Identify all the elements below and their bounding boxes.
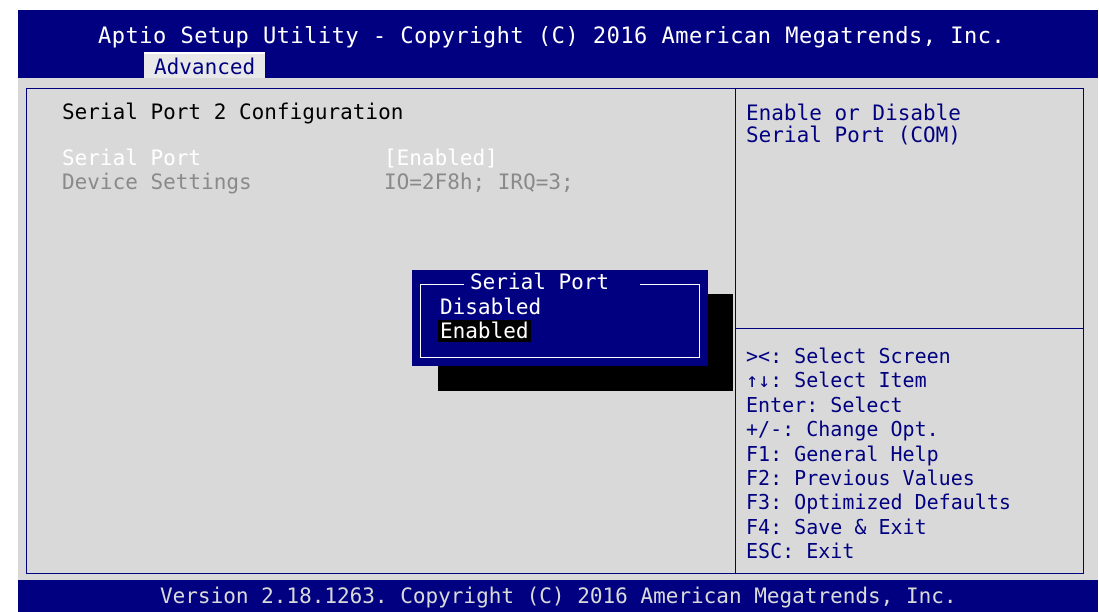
help-divider-vertical — [735, 88, 736, 574]
help-text: Enable or Disable Serial Port (COM) — [746, 102, 1076, 146]
popup-border-top-right — [640, 284, 700, 285]
bios-screen: Aptio Setup Utility - Copyright (C) 2016… — [0, 0, 1099, 612]
tab-advanced[interactable]: Advanced — [144, 52, 266, 80]
device-settings-value: IO=2F8h; IRQ=3; — [384, 170, 574, 194]
popup-title: Serial Port — [470, 270, 610, 294]
key-select-screen: ><: Select Screen — [746, 344, 951, 368]
key-change-opt: +/-: Change Opt. — [746, 417, 939, 442]
app-title: Aptio Setup Utility - Copyright (C) 2016… — [98, 24, 1006, 49]
key-optimized-defaults: F3: Optimized Defaults — [746, 490, 1011, 515]
footer-version: Version 2.18.1263. Copyright (C) 2016 Am… — [160, 584, 957, 608]
serial-port-label[interactable]: Serial Port — [62, 146, 201, 170]
serial-port-value[interactable]: [Enabled] — [384, 146, 498, 170]
key-select-item: ↑↓: Select Item — [746, 368, 927, 393]
key-save-exit: F4: Save & Exit — [746, 514, 927, 539]
popup-option-disabled[interactable]: Disabled — [438, 296, 543, 318]
section-title: Serial Port 2 Configuration — [62, 100, 404, 124]
help-divider-horizontal — [735, 328, 1084, 329]
device-settings-label: Device Settings — [62, 170, 252, 194]
popup-border-top-left — [420, 284, 464, 285]
help-line: Enable or Disable — [746, 101, 961, 125]
help-line: Serial Port (COM) — [746, 123, 961, 147]
key-previous-values: F2: Previous Values — [746, 466, 975, 491]
key-esc-exit: ESC: Exit — [746, 539, 855, 564]
key-general-help: F1: General Help — [746, 441, 939, 466]
key-legend: ><: Select Screen ↑↓: Select Item Enter:… — [746, 344, 1011, 564]
key-enter-select: Enter: Select — [746, 392, 903, 417]
popup-option-enabled[interactable]: Enabled — [438, 320, 531, 342]
